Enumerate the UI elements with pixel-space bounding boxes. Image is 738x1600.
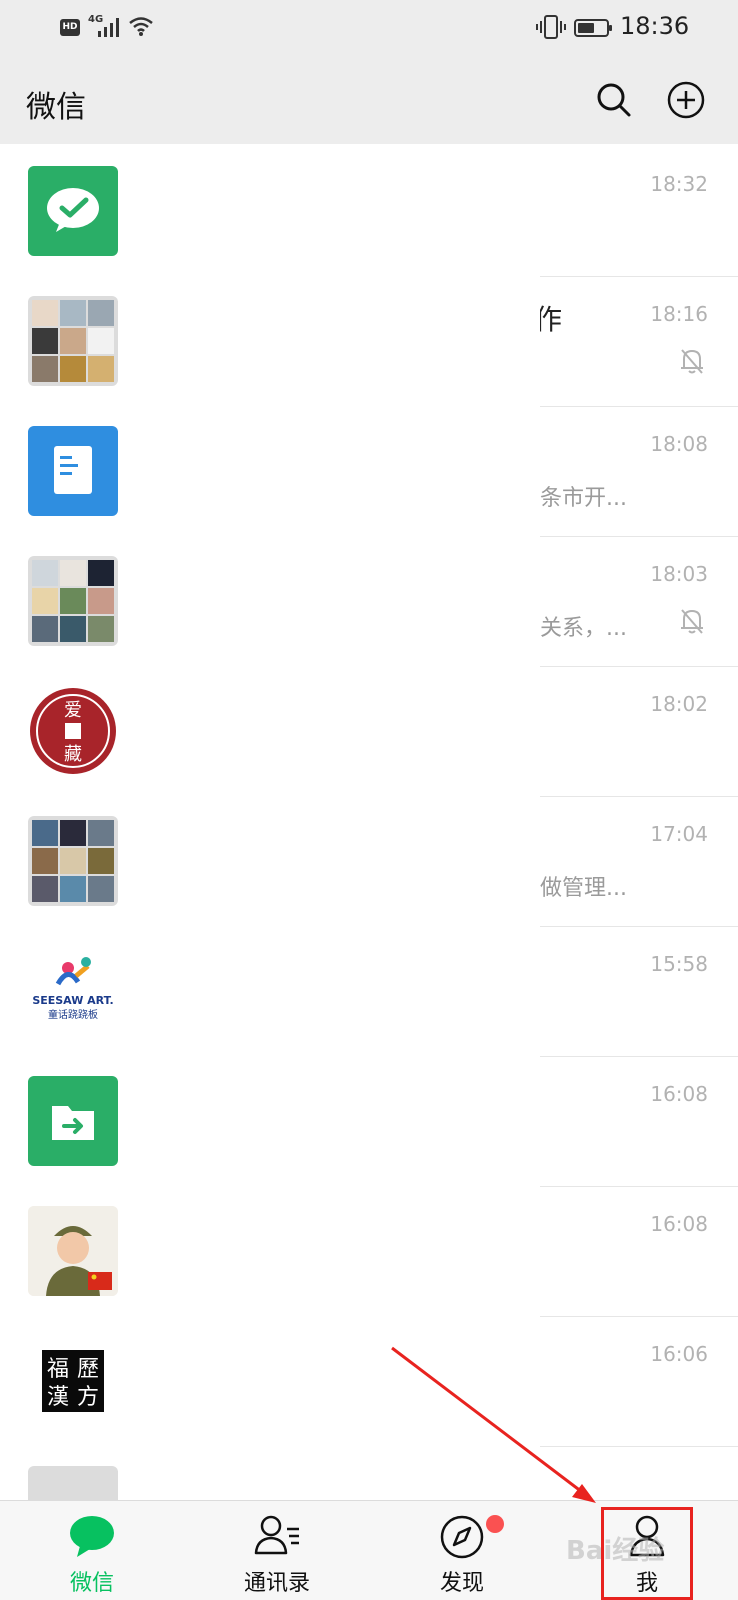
chat-time: 18:16: [650, 302, 708, 326]
chat-preview: 条市开...: [540, 486, 627, 511]
search-button[interactable]: [592, 78, 636, 122]
red-seal-logo: 爱 藏: [28, 686, 118, 776]
seesaw-art-logo: SEESAW ART. 童话跷跷板: [28, 946, 118, 1036]
group-avatar: [28, 296, 118, 386]
chat-time: 16:06: [650, 1342, 708, 1366]
group-avatar: [28, 816, 118, 906]
tab-label: 发现: [439, 1571, 484, 1596]
chat-list[interactable]: 18:32 作 18:16 18:08 条市开... 18:03 关系，... …: [0, 144, 738, 1500]
chat-time: 18:02: [650, 692, 708, 716]
tab-label: 微信: [69, 1571, 114, 1596]
hd-badge: HD: [60, 19, 80, 36]
chat-time: 18:08: [650, 432, 708, 456]
tab-label: 通讯录: [243, 1571, 310, 1596]
wechat-green-icon: [28, 166, 118, 256]
vibrate-icon: [536, 15, 566, 39]
calligraphy-char: 漢: [47, 1385, 69, 1410]
signal-icon: [98, 18, 119, 37]
calligraphy-logo: 福 歷 漢 方: [28, 1336, 118, 1426]
notification-dot: [486, 1515, 504, 1533]
add-button[interactable]: [664, 78, 708, 122]
seesaw-name: SEESAW ART.: [32, 994, 113, 1007]
group-avatar: [28, 556, 118, 646]
redacted-area: [140, 144, 540, 1500]
contacts-icon: [254, 1515, 299, 1555]
compass-icon: [440, 1515, 484, 1559]
tab-discover[interactable]: 发现: [392, 1501, 532, 1600]
child-photo: [28, 1206, 118, 1296]
seesaw-name-cn: 童话跷跷板: [48, 1008, 98, 1021]
chat-time: 17:04: [650, 822, 708, 846]
wifi-icon: [129, 17, 153, 36]
bell-muted-icon: [681, 609, 703, 634]
svg-text:藏: 藏: [64, 744, 82, 765]
calligraphy-char: 方: [77, 1385, 99, 1410]
chat-time: 16:08: [650, 1212, 708, 1236]
chat-preview: 做管理...: [540, 876, 627, 901]
bell-muted-icon: [681, 349, 703, 374]
calligraphy-char: 歷: [77, 1357, 99, 1382]
app-header: 微信: [0, 56, 738, 144]
file-transfer-icon: [28, 1076, 118, 1166]
chat-bubble-icon: [70, 1516, 114, 1557]
tab-contacts[interactable]: 通讯录: [207, 1501, 347, 1600]
chat-preview: 关系，...: [540, 616, 627, 641]
page-title: 微信: [26, 90, 86, 125]
search-icon: [597, 83, 631, 117]
chat-time: 18:03: [650, 562, 708, 586]
chat-time: 16:08: [650, 1082, 708, 1106]
tab-chats[interactable]: 微信: [22, 1501, 162, 1600]
plus-circle-icon: [667, 81, 705, 119]
battery-icon: [574, 19, 612, 37]
clock: 18:36: [620, 12, 690, 40]
calligraphy-char: 福: [47, 1357, 69, 1382]
chat-time: 18:32: [650, 172, 708, 196]
chat-time: 15:58: [650, 952, 708, 976]
annotation-highlight-box: [601, 1507, 693, 1600]
status-bar: HD 4G 18:36: [0, 0, 738, 56]
svg-text:爱: 爱: [64, 700, 82, 721]
group-avatar: [28, 1466, 118, 1500]
document-blue-icon: [28, 426, 118, 516]
